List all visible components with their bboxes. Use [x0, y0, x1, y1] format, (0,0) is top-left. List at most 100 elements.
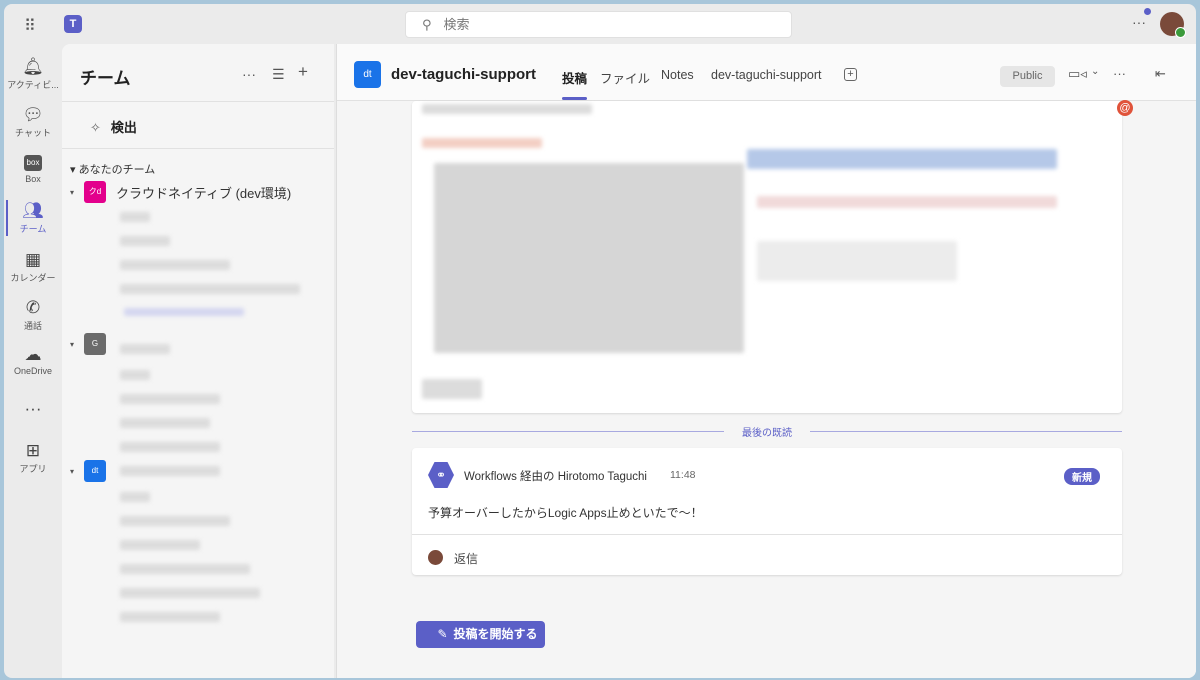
channel-view: dt dev-taguchi-support 投稿 ファイル Notes dev… [336, 44, 1196, 678]
cloud-icon: ☁ [24, 345, 42, 364]
settings-more-button[interactable]: ··· [1132, 14, 1146, 30]
redacted-channel [120, 466, 220, 476]
section-your-teams[interactable]: ▾ あなたのチーム [70, 161, 155, 177]
tab-files[interactable]: ファイル [600, 68, 650, 87]
app-launcher-icon[interactable]: ⠿ [24, 16, 36, 36]
redacted-channel [120, 344, 170, 354]
redacted-channel [120, 442, 220, 452]
divider [62, 101, 334, 102]
more-options-button[interactable]: ··· [242, 66, 256, 82]
new-badge: 新規 [1064, 468, 1100, 485]
more-icon: ··· [24, 399, 42, 418]
redacted-channel [120, 540, 200, 550]
rail-more[interactable]: ··· [4, 398, 62, 420]
apps-add-icon: ⊞ [25, 441, 41, 460]
redacted-image [747, 149, 1057, 169]
start-post-button[interactable]: ✎ 投稿を開始する [416, 621, 545, 648]
message-body: 予算オーバーしたからLogic Apps止めといたで〜！ [428, 506, 703, 520]
teams-icon: 👥︎ [22, 201, 44, 220]
app-rail: 🔔︎ アクティビ... 💬︎ チャット box Box 👥︎ チーム ▦ カレンダー ✆ 通… [4, 44, 62, 678]
redacted-content [422, 138, 542, 148]
redacted-channel [120, 236, 170, 246]
team-avatar: クd [84, 181, 106, 203]
divider [412, 534, 1122, 535]
rail-label: 通話 [23, 321, 42, 331]
last-read-label: 最後の既読 [742, 428, 792, 439]
search-input[interactable]: ⚲ 検索 [405, 11, 792, 38]
panel-title: チーム [80, 69, 131, 88]
teams-logo: T [64, 15, 82, 33]
rail-calls[interactable]: ✆ 通話 [4, 297, 62, 332]
divider [62, 148, 334, 149]
rail-onedrive[interactable]: ☁ OneDrive [4, 344, 62, 376]
redacted-channel [120, 370, 150, 380]
rail-activity[interactable]: 🔔︎ アクティビ... [4, 56, 62, 91]
message-time: 11:48 [670, 469, 696, 481]
visibility-badge: Public [1000, 66, 1055, 87]
redacted-image [757, 241, 957, 281]
redacted-image [434, 163, 744, 353]
redacted-image [757, 196, 1057, 208]
rail-label: アプリ [19, 464, 47, 474]
chevron-down-icon[interactable]: ⌄ [1091, 66, 1099, 77]
add-tab-button[interactable]: + [844, 68, 857, 81]
redacted-channel [120, 394, 220, 404]
search-icon: ⚲ [422, 17, 432, 32]
create-team-button[interactable]: + [298, 62, 308, 82]
teams-panel: チーム ··· ☰ + ✧ 検出 ▾ あなたのチーム ▾ クd クラウドネイティブ (… [62, 44, 334, 678]
tab-dev-taguchi-support[interactable]: dev-taguchi-support [711, 68, 821, 82]
discover-button[interactable]: ✧ 検出 [90, 117, 137, 136]
team-item[interactable]: ▾ dt [70, 460, 116, 482]
title-bar: ⠿ T ⚲ 検索 ··· [4, 4, 1196, 44]
filter-button[interactable]: ☰ [272, 66, 285, 83]
team-item[interactable]: ▾ G [70, 333, 116, 355]
compose-icon: ✎ [437, 627, 448, 641]
user-avatar [428, 550, 443, 565]
redacted-channel [120, 418, 210, 428]
search-placeholder: 検索 [443, 17, 470, 32]
channel-name: dev-taguchi-support [391, 66, 536, 83]
redacted-channel [120, 492, 150, 502]
redacted-content [422, 104, 592, 114]
rail-label: アクティビ... [7, 80, 59, 90]
discover-label: 検出 [110, 120, 137, 135]
last-read-divider: 最後の既読 [412, 424, 1122, 439]
rail-apps[interactable]: ⊞ アプリ [4, 440, 62, 475]
sparkle-icon: ✧ [90, 120, 101, 135]
chat-icon: 💬︎ [22, 105, 44, 124]
redacted-content [422, 379, 482, 399]
team-name: クラウドネイティブ (dev環境) [116, 185, 292, 201]
team-avatar: dt [84, 460, 106, 482]
previous-message-card [412, 101, 1122, 413]
section-label: あなたのチーム [78, 164, 156, 176]
teams-window: ⠿ T ⚲ 検索 ··· 🔔︎ アクティビ... 💬︎ チャット box Box 👥︎ チ… [4, 4, 1196, 678]
rail-calendar[interactable]: ▦ カレンダー [4, 249, 62, 284]
redacted-channel [120, 612, 220, 622]
rail-chat[interactable]: 💬︎ チャット [4, 104, 62, 139]
user-avatar[interactable] [1160, 12, 1186, 38]
redacted-channel [120, 260, 230, 270]
rail-label: カレンダー [10, 273, 56, 283]
rail-label: OneDrive [13, 366, 52, 376]
calendar-icon: ▦ [24, 250, 42, 269]
redacted-channel [120, 516, 230, 526]
rail-label: Box [25, 174, 41, 184]
tab-posts[interactable]: 投稿 [562, 68, 588, 100]
open-panel-icon[interactable]: ⇤ [1155, 66, 1166, 82]
channel-header: dt dev-taguchi-support 投稿 ファイル Notes dev… [337, 44, 1196, 101]
reply-button[interactable]: 返信 [454, 550, 478, 567]
rail-teams[interactable]: 👥︎ チーム [4, 200, 62, 236]
mention-icon: @ [1117, 100, 1133, 116]
tab-notes[interactable]: Notes [661, 68, 694, 82]
redacted-channel [120, 588, 260, 598]
bell-icon: 🔔︎ [22, 57, 44, 76]
rail-box[interactable]: box Box [4, 152, 62, 184]
box-icon: box [24, 155, 42, 171]
more-options-button[interactable]: ··· [1113, 66, 1126, 81]
team-item[interactable]: ▾ クd クラウドネイティブ (dev環境) [70, 181, 291, 203]
video-call-icon[interactable]: ▭◃ [1068, 66, 1087, 82]
redacted-channel [120, 564, 250, 574]
phone-icon: ✆ [25, 298, 41, 317]
redacted-channel [120, 284, 300, 294]
rail-label: チャット [15, 128, 51, 138]
